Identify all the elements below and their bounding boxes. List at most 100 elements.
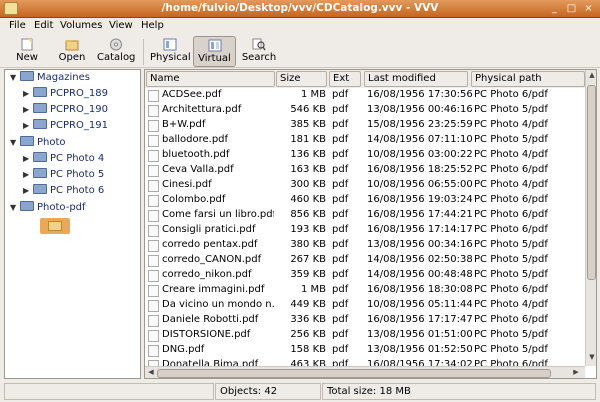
menu-volumes[interactable]: Volumes [60,20,102,31]
folder-icon [33,168,47,178]
file-ext-cell: pdf [332,269,349,280]
table-row[interactable]: corredo_CANON.pdf 267 KB pdf 14/08/1956 02:… [145,253,585,268]
file-size-cell: 267 KB [290,254,326,265]
table-row[interactable]: DNG.pdf 158 KB pdf 13/08/1956 01:52:50 PC Ph… [145,343,585,358]
tree-node-pc-photo-4[interactable]: ▶ PC Photo 4 [23,152,104,168]
menu-file[interactable]: File [9,20,26,31]
file-list[interactable]: Name Size Ext Last modified Physical pat… [144,69,597,379]
table-row[interactable]: Cinesi.pdf 300 KB pdf 10/08/1956 06:55:00 PC… [145,178,585,193]
file-name-cell: DISTORSIONE.pdf [162,329,251,340]
horizontal-scroll-thumb[interactable] [157,369,551,378]
scroll-up-arrow-icon[interactable]: ▲ [587,71,596,83]
file-icon [148,285,159,297]
new-label: New [16,52,38,63]
file-ext-cell: pdf [332,209,349,220]
table-row[interactable]: Colombo.pdf 460 KB pdf 16/08/1956 19:03:24 P… [145,193,585,208]
virtual-button[interactable]: Virtual [193,36,236,67]
table-row[interactable]: Daniele Robotti.pdf 336 KB pdf 16/08/1956 1… [145,313,585,328]
tree-node-label: PCPRO_191 [50,120,108,131]
expand-arrow-icon[interactable]: ▶ [23,121,33,130]
new-file-icon [21,38,33,51]
file-modified-cell: 10/08/1956 03:00:22 [367,149,473,160]
tree-node-pc-photo-6[interactable]: ▶ PC Photo 6 [23,184,104,200]
collapse-arrow-icon[interactable]: ▼ [10,73,20,82]
table-row[interactable]: corredo_nikon.pdf 359 KB pdf 14/08/1956 00:… [145,268,585,283]
table-row[interactable]: ACDSee.pdf 1 MB pdf 16/08/1956 17:30:56 PC P… [145,88,585,103]
menu-help[interactable]: Help [141,20,164,31]
open-button[interactable]: Open [55,36,89,67]
tree-node-pcpro-189[interactable]: ▶ PCPRO_189 [23,87,108,103]
tree-node-label: Photo [37,137,66,148]
file-icon [148,210,159,222]
tree-node-photo-pdf[interactable]: ▼ Photo-pdf [10,201,86,217]
tree-node-pc-photo-5[interactable]: ▶ PC Photo 5 [23,168,104,184]
file-ext-cell: pdf [332,119,349,130]
vertical-scroll-thumb[interactable] [587,85,596,280]
minimize-button[interactable]: _ [548,3,561,15]
open-folder-icon [65,40,79,51]
expand-arrow-icon[interactable]: ▶ [23,154,33,163]
file-name-cell: corredo pentax.pdf [162,239,258,250]
title-bar[interactable]: /home/fulvio/Desktop/vvv/CDCatalog.vvv -… [0,0,600,18]
column-size[interactable]: Size [276,71,327,87]
column-ext[interactable]: Ext [329,71,361,87]
file-icon [148,135,159,147]
close-button[interactable]: × [582,3,595,15]
tree-node-photo[interactable]: ▼ Photo [10,136,66,152]
table-row[interactable]: DISTORSIONE.pdf 256 KB pdf 13/08/1956 01:51… [145,328,585,343]
catalog-button[interactable]: Catalog [97,36,135,67]
file-icon [148,90,159,102]
physical-button[interactable]: Physical [150,36,191,67]
table-row[interactable]: bluetooth.pdf 136 KB pdf 10/08/1956 03:00:2… [145,148,585,163]
toolbar-separator [143,39,144,65]
collapse-arrow-icon[interactable]: ▼ [10,203,20,212]
file-size-cell: 385 KB [290,119,326,130]
table-row[interactable]: Come farsi un libro.pdf 856 KB pdf 16/08/19… [145,208,585,223]
collapse-arrow-icon[interactable]: ▼ [10,138,20,147]
tree-node-label: Magazines [37,72,90,83]
table-row[interactable]: Architettura.pdf 546 KB pdf 13/08/1956 00:4… [145,103,585,118]
new-button[interactable]: New [10,36,44,67]
file-name-cell: Colombo.pdf [162,194,226,205]
file-ext-cell: pdf [332,314,349,325]
table-row[interactable]: B+W.pdf 385 KB pdf 15/08/1956 23:25:59 PC Ph… [145,118,585,133]
column-physical-path[interactable]: Physical path [471,71,585,87]
scroll-left-arrow-icon[interactable]: ◀ [146,368,156,378]
menu-view[interactable]: View [109,20,133,31]
tree-node-pcpro-190[interactable]: ▶ PCPRO_190 [23,103,108,119]
tree-node-pcpro-191[interactable]: ▶ PCPRO_191 [23,119,108,135]
file-ext-cell: pdf [332,254,349,265]
table-row[interactable]: Ceva Valla.pdf 163 KB pdf 16/08/1956 18:25:… [145,163,585,178]
column-name[interactable]: Name [146,71,275,87]
menu-edit[interactable]: Edit [34,20,53,31]
file-path-cell: PC Photo 6/pdf [474,89,548,100]
folder-icon [33,103,47,113]
file-ext-cell: pdf [332,329,349,340]
table-row[interactable]: Creare immagini.pdf 1 MB pdf 16/08/1956 18:… [145,283,585,298]
table-row[interactable]: corredo pentax.pdf 380 KB pdf 13/08/1956 00… [145,238,585,253]
tree-node-magazines[interactable]: ▼ Magazines [10,71,90,87]
folder-icon [20,136,34,146]
table-row[interactable]: Da vicino un mondo n... 449 KB pdf 10/08/19… [145,298,585,313]
maximize-button[interactable]: □ [565,3,578,15]
horizontal-scrollbar[interactable]: ◀ ▶ [145,366,585,378]
table-row[interactable]: Consigli pratici.pdf 193 KB pdf 16/08/1956 … [145,223,585,238]
expand-arrow-icon[interactable]: ▶ [23,105,33,114]
scroll-right-arrow-icon[interactable]: ▶ [571,368,581,378]
vertical-scrollbar[interactable]: ▲ ▼ [585,70,596,366]
scroll-down-arrow-icon[interactable]: ▼ [587,353,596,365]
expand-arrow-icon[interactable]: ▶ [23,186,33,195]
expand-arrow-icon[interactable]: ▶ [23,170,33,179]
file-size-cell: 256 KB [290,329,326,340]
selected-folder-node[interactable] [40,218,70,234]
file-size-cell: 856 KB [290,209,326,220]
tree-node-label: PC Photo 4 [50,153,105,164]
search-button[interactable]: Search [240,36,278,67]
file-path-cell: PC Photo 5/pdf [474,329,548,340]
column-last-modified[interactable]: Last modified [364,71,468,87]
table-row[interactable]: ballodore.pdf 181 KB pdf 14/08/1956 07:11:1… [145,133,585,148]
file-name-cell: B+W.pdf [162,119,206,130]
open-label: Open [58,52,86,63]
volume-tree[interactable]: ▼ Magazines ▶ PCPRO_189 ▶ PCPRO_190 ▶ PCPRO_… [4,69,141,379]
expand-arrow-icon[interactable]: ▶ [23,89,33,98]
